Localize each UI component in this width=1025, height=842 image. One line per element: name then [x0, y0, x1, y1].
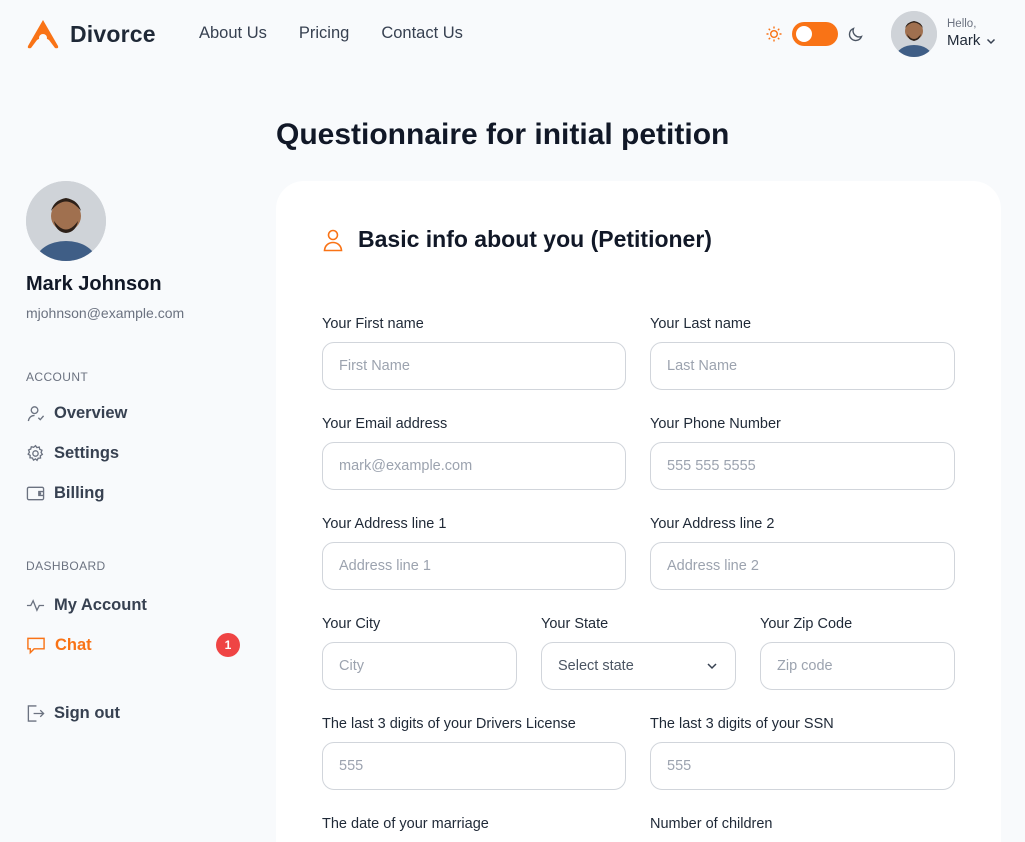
state-label: Your State	[541, 616, 609, 632]
email-input[interactable]: mark@example.com	[322, 442, 626, 490]
ssn-label: The last 3 digits of your SSN	[650, 716, 834, 732]
sign-out-icon	[27, 704, 45, 722]
nav-about-us[interactable]: About Us	[199, 24, 267, 43]
theme-switcher	[765, 22, 865, 46]
children-label: Number of children	[650, 816, 773, 832]
sidebar-item-label: My Account	[54, 595, 147, 614]
children-field: Number of children	[650, 816, 955, 842]
last-name-label: Your Last name	[650, 316, 752, 332]
sidebar-item-chat[interactable]: Chat 1	[26, 625, 246, 665]
chevron-down-icon	[987, 38, 996, 45]
page-title: Questionnaire for initial petition	[276, 118, 730, 151]
address2-input[interactable]: Address line 2	[650, 542, 955, 590]
sidebar-item-my-account[interactable]: My Account	[26, 585, 246, 625]
chat-unread-badge: 1	[216, 633, 240, 657]
ssn-input[interactable]: 555	[650, 742, 955, 790]
state-field: Your State Select state	[541, 616, 736, 690]
phone-label: Your Phone Number	[650, 416, 781, 432]
last-name-input[interactable]: Last Name	[650, 342, 955, 390]
first-name-label: Your First name	[322, 316, 424, 332]
phone-input[interactable]: 555 555 5555	[650, 442, 955, 490]
zip-input[interactable]: Zip code	[760, 642, 955, 690]
sidebar-item-label: Billing	[54, 483, 105, 502]
city-field: Your City City	[322, 616, 517, 690]
ssn-field: The last 3 digits of your SSN 555	[650, 716, 955, 790]
marriage-date-label: The date of your marriage	[322, 816, 489, 832]
theme-toggle[interactable]	[792, 22, 838, 46]
person-icon	[323, 229, 343, 251]
avatar	[891, 11, 937, 57]
profile-avatar	[26, 181, 106, 261]
moon-icon	[848, 27, 863, 42]
address2-label: Your Address line 2	[650, 516, 775, 532]
brand-logo[interactable]: Divorce	[25, 18, 156, 50]
sidebar: Mark Johnson mjohnson@example.com ACCOUN…	[26, 181, 246, 733]
profile-email: mjohnson@example.com	[26, 305, 185, 321]
toggle-knob	[796, 26, 812, 42]
account-section-title: ACCOUNT	[26, 370, 89, 384]
gear-icon	[27, 444, 44, 461]
sign-out-label: Sign out	[54, 703, 120, 722]
license-field: The last 3 digits of your Drivers Licens…	[322, 716, 626, 790]
first-name-input[interactable]: First Name	[322, 342, 626, 390]
chat-icon	[27, 637, 45, 654]
dashboard-section-title: DASHBOARD	[26, 559, 106, 573]
state-select[interactable]: Select state	[541, 642, 736, 690]
address1-input[interactable]: Address line 1	[322, 542, 626, 590]
sun-icon	[766, 26, 782, 42]
sidebar-item-label: Settings	[54, 443, 120, 462]
sidebar-item-settings[interactable]: Settings	[26, 433, 246, 473]
phone-field: Your Phone Number 555 555 5555	[650, 416, 955, 490]
logo-icon	[27, 20, 59, 49]
brand-name: Divorce	[70, 20, 156, 47]
nav-contact-us[interactable]: Contact Us	[381, 24, 463, 43]
license-label: The last 3 digits of your Drivers Licens…	[322, 716, 576, 732]
greeting-text: Hello,	[947, 18, 977, 30]
zip-field: Your Zip Code Zip code	[760, 616, 955, 690]
email-field: Your Email address mark@example.com	[322, 416, 626, 490]
activity-icon	[26, 598, 45, 612]
user-menu[interactable]: Hello, Mark	[891, 11, 997, 57]
nav-pricing[interactable]: Pricing	[299, 24, 349, 43]
profile-name: Mark Johnson	[26, 273, 162, 295]
last-name-field: Your Last name Last Name	[650, 316, 955, 390]
city-label: Your City	[322, 616, 381, 632]
license-input[interactable]: 555	[322, 742, 626, 790]
wallet-icon	[26, 486, 45, 500]
state-select-value: Select state	[558, 658, 634, 674]
address1-label: Your Address line 1	[322, 516, 447, 532]
address2-field: Your Address line 2 Address line 2	[650, 516, 955, 590]
city-input[interactable]: City	[322, 642, 517, 690]
sign-out-button[interactable]: Sign out	[26, 693, 246, 733]
chevron-down-icon	[707, 663, 717, 670]
questionnaire-card: Basic info about you (Petitioner) Your F…	[276, 181, 1001, 842]
sidebar-item-billing[interactable]: Billing	[26, 473, 246, 513]
main-nav: About Us Pricing Contact Us	[199, 24, 463, 43]
email-label: Your Email address	[322, 416, 448, 432]
sidebar-item-label: Chat	[55, 635, 92, 654]
marriage-date-field: The date of your marriage	[322, 816, 626, 842]
header-user-name: Mark	[947, 32, 981, 49]
top-header: Divorce About Us Pricing Contact Us Hell…	[0, 0, 1025, 70]
user-icon	[27, 405, 45, 421]
address1-field: Your Address line 1 Address line 1	[322, 516, 626, 590]
section-heading: Basic info about you (Petitioner)	[322, 226, 712, 253]
first-name-field: Your First name First Name	[322, 316, 626, 390]
sidebar-item-label: Overview	[54, 403, 128, 422]
zip-label: Your Zip Code	[760, 616, 853, 632]
section-title: Basic info about you (Petitioner)	[358, 226, 712, 252]
sidebar-item-overview[interactable]: Overview	[26, 393, 246, 433]
